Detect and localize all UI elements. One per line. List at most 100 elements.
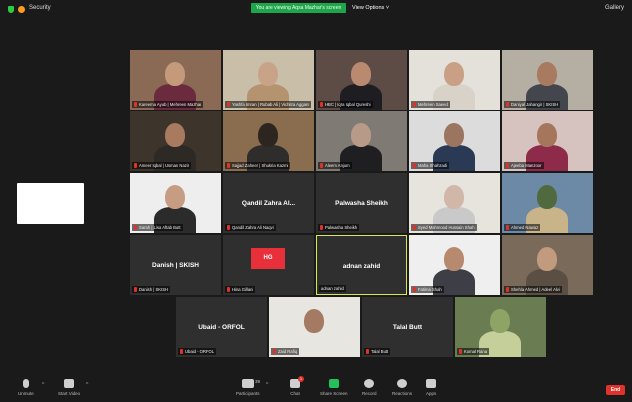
participant-tile[interactable]: Zaid Rafiq [269,297,360,357]
participant-tile[interactable]: Talal Butt Talal Butt [362,297,453,357]
participant-tile[interactable]: Sarah | Lisa Aftab Butt [130,173,221,233]
participant-tile[interactable]: Ahmed Nawaz [502,173,593,233]
participant-display-name: Qandil Zahra Al... [241,200,296,207]
apps-button[interactable]: Apps [426,379,436,396]
participant-name-label: Aleem Anjum [325,163,350,168]
participant-face [304,309,324,333]
participant-face [258,123,278,147]
participant-caption: Kareema Ayub | Mehreen Mazhar [132,101,204,108]
view-options-button[interactable]: View Options ˅ [352,5,389,11]
participant-display-name: Ubaid - ORFOL [198,324,245,331]
participant-tile[interactable]: Shehla Ahmed | Adeel Alvi [502,235,593,295]
participant-tile[interactable]: Ajeeba Manzoor [502,111,593,171]
meeting-info-icon[interactable] [18,6,25,13]
participant-tile[interactable]: Sajjad Zaheer | Shukria Kazmi [223,111,314,171]
muted-microphone-icon [134,287,137,292]
participant-name-label: Ajeeba Manzoor [511,163,542,168]
participant-face [537,62,557,86]
participant-name-label: Talal Butt [371,349,389,354]
participant-caption: Palwasha Sheikh [318,224,360,231]
record-button[interactable]: Record [362,379,377,396]
participants-icon [241,379,254,388]
participant-name-label: Maha Shahzadi [418,163,448,168]
chat-button[interactable]: 1 Chat [290,376,304,396]
participant-tile[interactable]: Danish | SKISH Danish | SKISH [130,235,221,295]
end-meeting-button[interactable]: End [606,385,625,395]
record-icon [364,379,375,388]
participant-tile[interactable]: Daniyal Jahangir | SKISH [502,50,593,110]
participant-display-name: Danish | SKISH [152,262,199,269]
video-options-caret-icon[interactable]: ^ [86,382,88,388]
participant-name-label: Yashfa Imran | Rubab Ali | Vichitra Agga… [232,102,309,107]
meeting-toolbar: Unmute ^ Start Video ^ Participants 39 ^… [0,376,632,402]
participant-silhouette [293,331,335,357]
participant-caption: Sarah | Lisa Aftab Butt [132,224,183,231]
participants-label: Participants [236,391,260,396]
muted-microphone-icon [134,163,137,168]
participant-face [537,247,557,271]
share-screen-button[interactable]: Share Screen [320,379,348,396]
participant-name-label: Sajjad Zaheer | Shukria Kazmi [232,163,289,168]
muted-microphone-icon [413,102,416,107]
start-video-label: Start Video [58,391,81,396]
muted-microphone-icon [413,163,416,168]
participant-face [444,62,464,86]
participant-tile[interactable]: Syed Mahmood Hussain Shah [409,173,500,233]
audio-options-caret-icon[interactable]: ^ [42,382,44,388]
participant-tile[interactable]: Mehreen Saeed [409,50,500,110]
participant-caption: adnan zahid [319,285,346,292]
participant-name-label: HBC | Iqra Iqbal Qureshi [325,102,371,107]
participant-name-label: Ubaid - ORFOL [185,349,215,354]
participants-count: 39 [255,379,261,384]
participant-tile[interactable]: Ameer Iqbal | Usman Nazir [130,111,221,171]
participant-caption: Qandil Zahra Ali Naqvi [225,224,276,231]
participant-caption: Komal Rana [457,348,490,355]
muted-microphone-icon [413,225,416,230]
participant-face [444,123,464,147]
apps-icon [426,379,437,388]
muted-microphone-icon [227,102,230,107]
muted-microphone-icon [180,349,183,354]
participant-caption: Mehreen Saeed [411,101,450,108]
participant-name-label: Syed Mahmood Hussain Shah [418,225,475,230]
participant-caption: Danish | SKISH [132,286,171,293]
participant-face [444,185,464,209]
participant-caption: Syed Mahmood Hussain Shah [411,224,477,231]
participant-tile[interactable]: Fatima Shah [409,235,500,295]
participant-caption: Maha Shahzadi [411,162,450,169]
self-view-video[interactable] [17,183,84,224]
participant-name-label: Shehla Ahmed | Adeel Alvi [511,287,560,292]
participant-tile[interactable]: Yashfa Imran | Rubab Ali | Vichitra Agga… [223,50,314,110]
video-camera-off-icon [64,379,75,388]
participant-caption: Shehla Ahmed | Adeel Alvi [504,286,562,293]
participant-tile[interactable]: HG Hina Gillani [223,235,314,295]
participant-tile[interactable]: Kareema Ayub | Mehreen Mazhar [130,50,221,110]
participant-name-label: Zaid Rafiq [278,349,298,354]
participant-tile[interactable]: HBC | Iqra Iqbal Qureshi [316,50,407,110]
participant-caption: Hina Gillani [225,286,256,293]
participant-tile[interactable]: adnan zahid adnan zahid [316,235,407,295]
participant-caption: Fatima Shah [411,286,444,293]
participant-face [165,62,185,86]
muted-microphone-icon [273,349,276,354]
unmute-button[interactable]: Unmute [18,379,34,396]
participant-tile[interactable]: Aleem Anjum [316,111,407,171]
start-video-button[interactable]: Start Video [58,379,80,396]
participant-tile[interactable]: Qandil Zahra Al... Qandil Zahra Ali Naqvi [223,173,314,233]
participant-tile[interactable]: Palwasha Sheikh Palwasha Sheikh [316,173,407,233]
gallery-view-button[interactable]: Gallery [605,5,624,11]
participant-tile[interactable]: Maha Shahzadi [409,111,500,171]
participant-tile[interactable]: Ubaid - ORFOL Ubaid - ORFOL [176,297,267,357]
participant-face [490,309,510,333]
chat-bubble-icon: 1 [290,376,304,388]
muted-microphone-icon [134,102,137,107]
participant-caption: Ameer Iqbal | Usman Nazir [132,162,192,169]
participant-tile[interactable]: Komal Rana [455,297,546,357]
reactions-button[interactable]: Reactions [392,379,412,396]
participant-name-label: Fatima Shah [418,287,442,292]
security-label[interactable]: Security [29,5,51,11]
participant-caption: HBC | Iqra Iqbal Qureshi [318,101,373,108]
unmute-label: Unmute [18,391,34,396]
security-shield-icon[interactable] [8,6,14,13]
participants-options-caret-icon[interactable]: ^ [266,382,268,388]
